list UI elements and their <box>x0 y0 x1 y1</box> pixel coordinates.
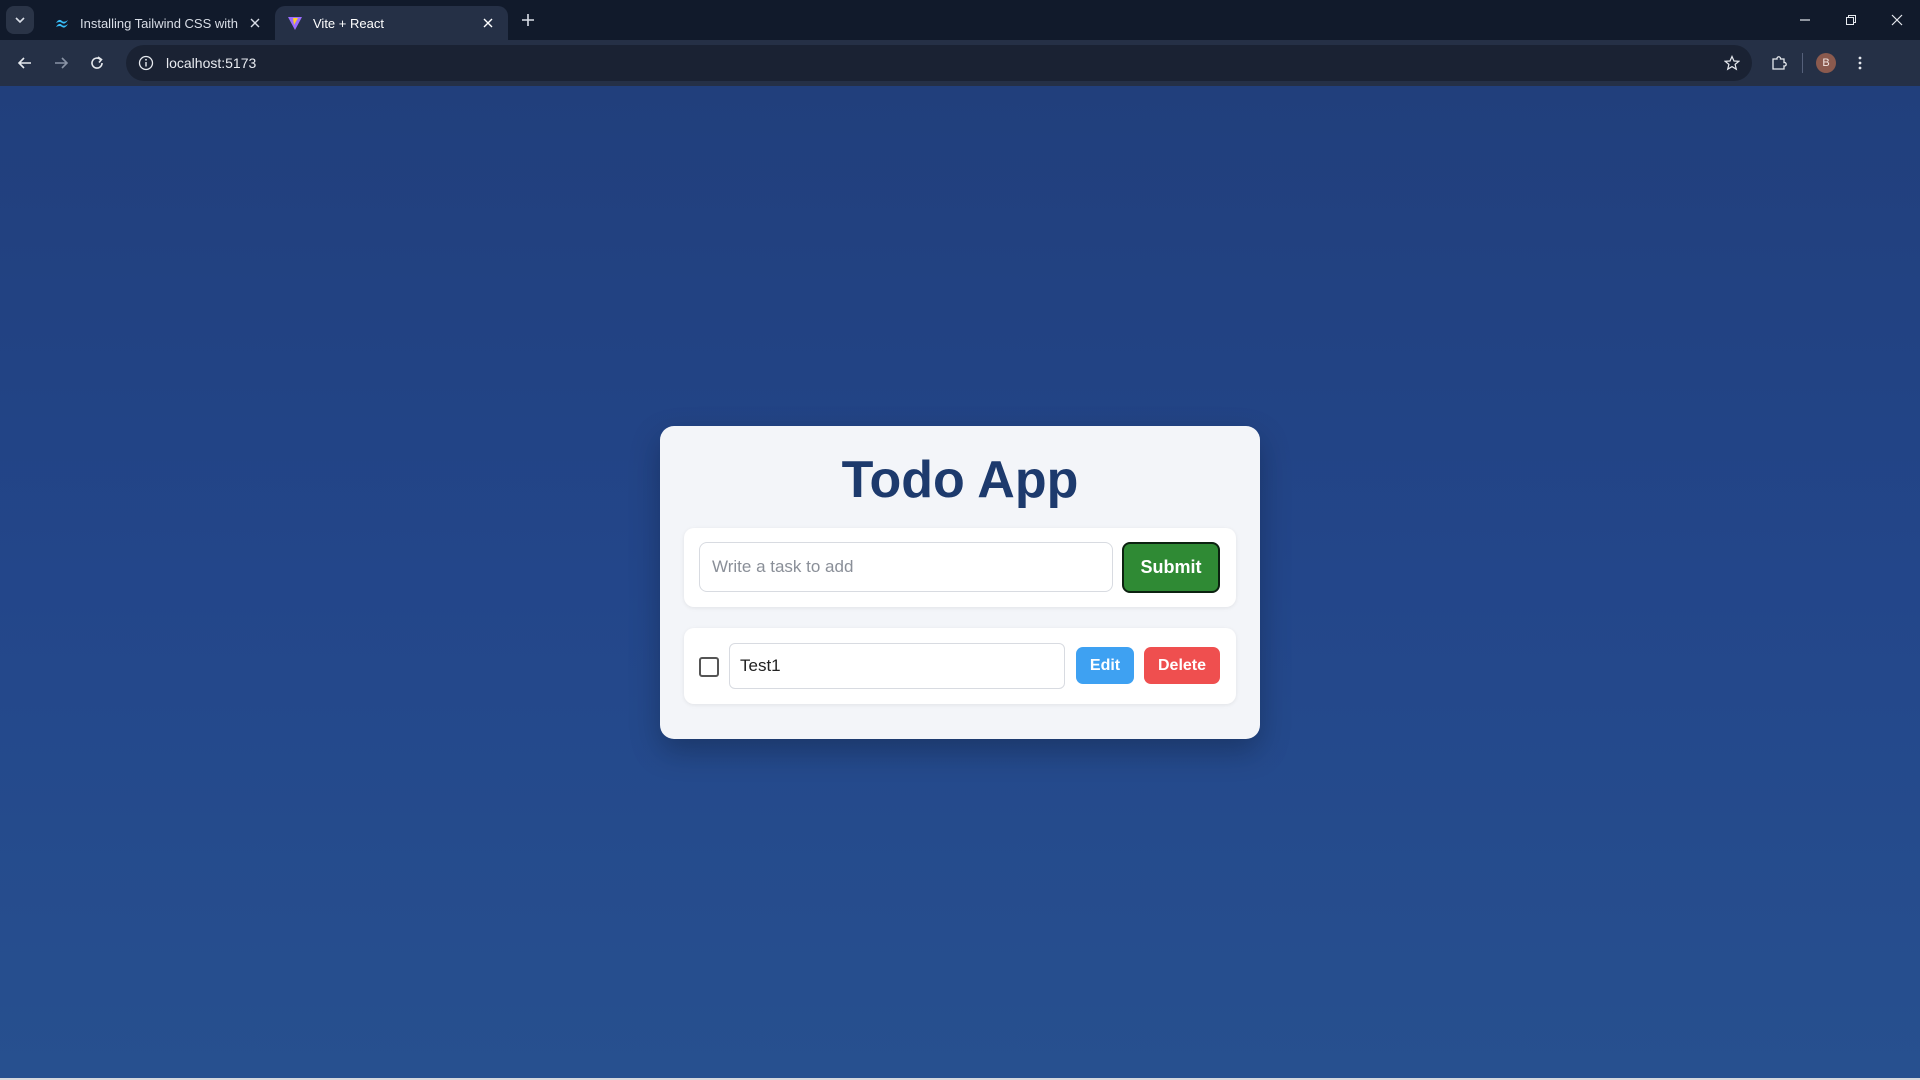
browser-tab-strip: Installing Tailwind CSS with Vite Vite +… <box>0 0 1920 40</box>
more-vertical-icon <box>1858 56 1862 70</box>
back-button[interactable] <box>8 46 42 80</box>
profile-button[interactable]: B <box>1809 46 1843 80</box>
todo-card: Todo App Submit Edit Delete <box>660 426 1260 739</box>
edit-button[interactable]: Edit <box>1076 647 1134 684</box>
window-controls <box>1782 0 1920 40</box>
reload-button[interactable] <box>80 46 114 80</box>
tab-title: Vite + React <box>313 15 384 31</box>
toolbar-actions: B <box>1762 46 1877 80</box>
forward-button[interactable] <box>44 46 78 80</box>
avatar: B <box>1816 53 1836 73</box>
submit-button[interactable]: Submit <box>1122 542 1220 593</box>
extensions-button[interactable] <box>1762 46 1796 80</box>
page-title: Todo App <box>841 451 1079 509</box>
info-icon[interactable] <box>138 55 154 71</box>
delete-button[interactable]: Delete <box>1144 647 1220 684</box>
tab-tailwind[interactable]: Installing Tailwind CSS with Vite <box>42 6 275 40</box>
arrow-right-icon <box>55 57 69 69</box>
page-viewport: Todo App Submit Edit Delete <box>0 86 1920 1078</box>
restore-button[interactable] <box>1828 0 1874 40</box>
tab-search-button[interactable] <box>6 6 34 34</box>
reload-icon <box>91 56 103 69</box>
toolbar-separator <box>1802 53 1803 73</box>
tab-title: Installing Tailwind CSS with Vite <box>80 15 241 31</box>
close-tab-icon[interactable] <box>247 15 263 31</box>
tab-vite-react[interactable]: Vite + React <box>275 6 508 40</box>
browser-menu-button[interactable] <box>1843 46 1877 80</box>
restore-icon <box>1846 15 1856 25</box>
address-bar[interactable]: localhost:5173 <box>126 45 1752 81</box>
new-tab-button[interactable] <box>514 6 542 34</box>
todo-checkbox[interactable] <box>699 657 719 677</box>
close-window-button[interactable] <box>1874 0 1920 40</box>
todo-text-field[interactable] <box>729 643 1065 689</box>
close-icon <box>1891 14 1903 26</box>
minimize-button[interactable] <box>1782 0 1828 40</box>
chevron-down-icon <box>15 17 25 24</box>
star-icon[interactable] <box>1724 55 1740 71</box>
add-task-form: Submit <box>684 528 1236 607</box>
vite-icon <box>288 17 302 30</box>
close-tab-icon[interactable] <box>480 15 496 31</box>
browser-toolbar: localhost:5173 B <box>0 40 1920 86</box>
minimize-icon <box>1800 19 1810 21</box>
task-input[interactable] <box>699 542 1113 592</box>
list-item: Edit Delete <box>684 628 1236 704</box>
puzzle-icon <box>1772 56 1787 70</box>
address-url: localhost:5173 <box>166 55 257 71</box>
tailwind-icon <box>56 19 68 28</box>
arrow-left-icon <box>17 57 31 69</box>
plus-icon <box>522 14 534 26</box>
